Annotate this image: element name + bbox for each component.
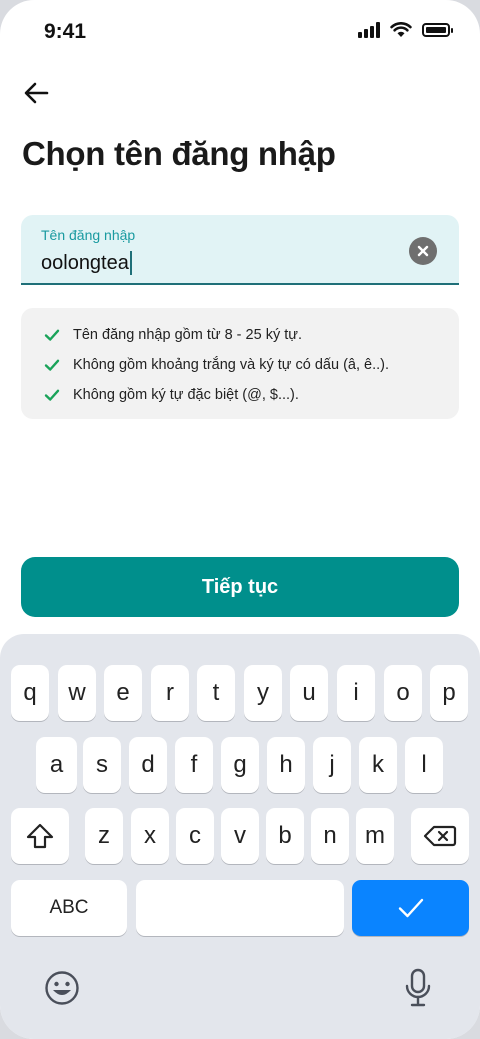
- username-input[interactable]: oolongtea: [41, 251, 132, 275]
- text-caret: [129, 251, 132, 275]
- space-key[interactable]: [136, 880, 344, 936]
- key-d[interactable]: d: [129, 737, 167, 793]
- back-button[interactable]: [22, 78, 52, 108]
- key-j[interactable]: j: [313, 737, 351, 793]
- key-t[interactable]: t: [197, 665, 235, 721]
- check-icon: [44, 389, 60, 401]
- key-f[interactable]: f: [175, 737, 213, 793]
- backspace-key[interactable]: [411, 808, 469, 864]
- shift-key[interactable]: [11, 808, 69, 864]
- microphone-icon: [405, 968, 431, 1007]
- username-field[interactable]: Tên đăng nhập oolongtea: [21, 215, 459, 285]
- clear-button[interactable]: [409, 237, 437, 265]
- rule-text: Không gồm khoảng trắng và ký tự có dấu (…: [73, 357, 389, 373]
- key-m[interactable]: m: [356, 808, 394, 864]
- rule-text: Tên đăng nhập gồm từ 8 - 25 ký tự.: [73, 327, 302, 343]
- back-arrow-icon: [24, 82, 49, 104]
- rule-item: Không gồm khoảng trắng và ký tự có dấu (…: [21, 350, 459, 380]
- battery-icon: [422, 23, 453, 37]
- clear-icon: [417, 245, 429, 257]
- cellular-signal-icon: [358, 22, 380, 38]
- key-z[interactable]: z: [85, 808, 123, 864]
- keyboard: q w e r t y u i o p a s d f g h j k l z …: [0, 634, 480, 1039]
- rule-item: Không gồm ký tự đặc biệt (@, $...).: [21, 380, 459, 410]
- key-p[interactable]: p: [430, 665, 468, 721]
- status-bar: 9:41: [0, 0, 480, 66]
- microphone-button[interactable]: [404, 968, 432, 1013]
- key-g[interactable]: g: [221, 737, 259, 793]
- key-s[interactable]: s: [83, 737, 121, 793]
- checkmark-icon: [398, 898, 423, 918]
- key-r[interactable]: r: [151, 665, 189, 721]
- wifi-icon: [390, 22, 412, 37]
- shift-icon: [26, 823, 54, 849]
- continue-button[interactable]: Tiếp tục: [21, 557, 459, 617]
- check-icon: [44, 359, 60, 371]
- key-v[interactable]: v: [221, 808, 259, 864]
- emoji-button[interactable]: [44, 970, 80, 1011]
- key-h[interactable]: h: [267, 737, 305, 793]
- key-i[interactable]: i: [337, 665, 375, 721]
- key-w[interactable]: w: [58, 665, 96, 721]
- key-c[interactable]: c: [176, 808, 214, 864]
- key-b[interactable]: b: [266, 808, 304, 864]
- status-time: 9:41: [44, 20, 87, 43]
- phone-screen: 9:41 Chọn tên đăng nhập Tên đăng nhập oo…: [0, 0, 480, 1039]
- backspace-icon: [423, 825, 457, 847]
- key-y[interactable]: y: [244, 665, 282, 721]
- username-field-label: Tên đăng nhập: [41, 227, 136, 243]
- key-n[interactable]: n: [311, 808, 349, 864]
- username-input-value: oolongtea: [41, 251, 129, 274]
- username-rules: Tên đăng nhập gồm từ 8 - 25 ký tự. Không…: [21, 308, 459, 419]
- status-icons: [358, 22, 453, 38]
- rule-text: Không gồm ký tự đặc biệt (@, $...).: [73, 387, 299, 403]
- check-icon: [44, 329, 60, 341]
- key-o[interactable]: o: [384, 665, 422, 721]
- page-title: Chọn tên đăng nhập: [22, 135, 336, 172]
- rule-item: Tên đăng nhập gồm từ 8 - 25 ký tự.: [21, 320, 459, 350]
- key-k[interactable]: k: [359, 737, 397, 793]
- done-key[interactable]: [352, 880, 469, 936]
- key-x[interactable]: x: [131, 808, 169, 864]
- key-a[interactable]: a: [36, 737, 77, 793]
- key-e[interactable]: e: [104, 665, 142, 721]
- abc-key[interactable]: ABC: [11, 880, 127, 936]
- emoji-icon: [45, 971, 79, 1005]
- key-l[interactable]: l: [405, 737, 443, 793]
- key-u[interactable]: u: [290, 665, 328, 721]
- key-q[interactable]: q: [11, 665, 49, 721]
